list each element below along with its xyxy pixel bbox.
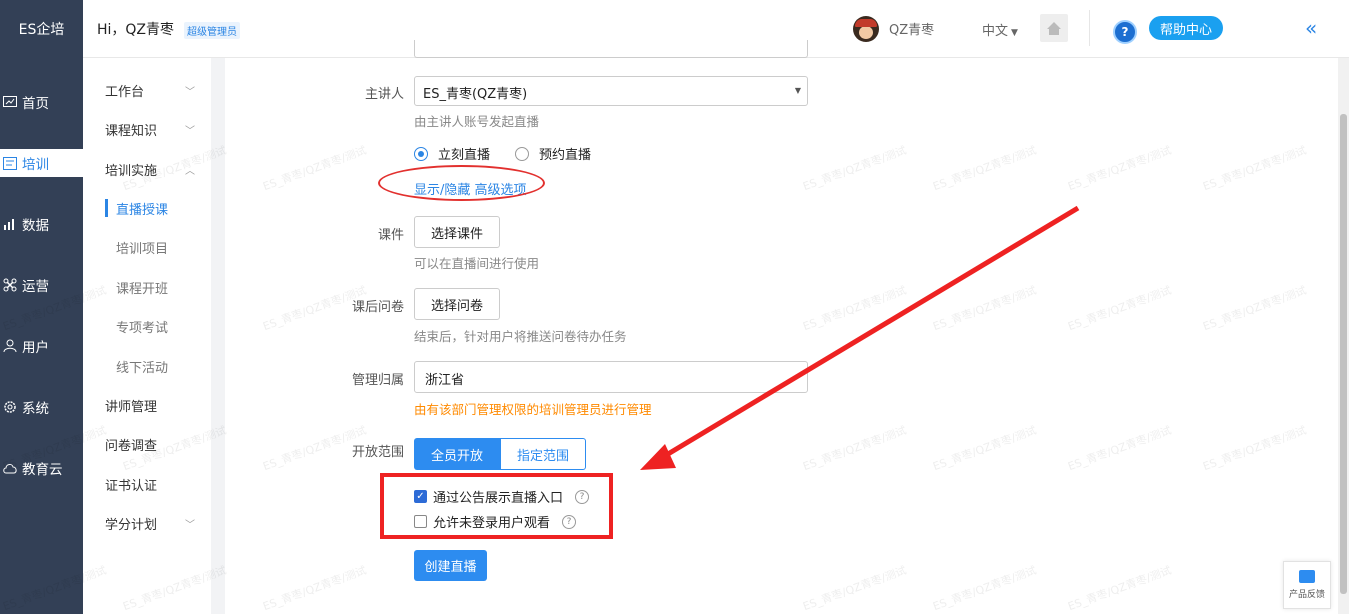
feedback-label: 产品反馈 bbox=[1288, 590, 1325, 600]
product-feedback-button[interactable]: 产品反馈 bbox=[1283, 561, 1331, 609]
annotation-arrow bbox=[640, 205, 1080, 470]
mail-icon bbox=[1299, 570, 1315, 583]
